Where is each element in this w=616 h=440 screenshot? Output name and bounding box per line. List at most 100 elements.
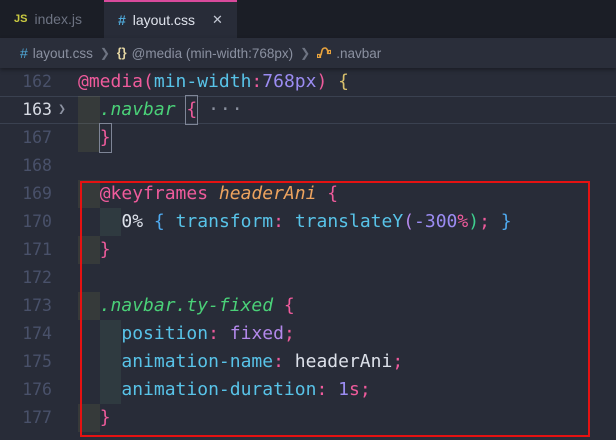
- code-token: @keyframes: [100, 180, 208, 208]
- code-line-175[interactable]: 175 animation-name: headerAni;: [0, 348, 616, 376]
- line-number: 163: [0, 96, 52, 124]
- close-icon[interactable]: ✕: [212, 12, 223, 28]
- code-line-content: @media(min-width:768px) {: [72, 68, 349, 96]
- code-token: [78, 376, 100, 404]
- code-line-content: 0% { transform: translateY(-300%); }: [72, 208, 512, 236]
- code-token: ;: [360, 376, 371, 404]
- code-line-174[interactable]: 174 position: fixed;: [0, 320, 616, 348]
- code-editor[interactable]: 162@media(min-width:768px) {163❯ .navbar…: [0, 68, 616, 432]
- code-token: [100, 376, 122, 404]
- code-token: [78, 404, 100, 432]
- tab-layout-css[interactable]: # layout.css ✕: [104, 0, 237, 38]
- fold-chevron-icon: [52, 292, 72, 320]
- code-token: animation-duration: [121, 376, 316, 404]
- code-token: [100, 208, 122, 236]
- braces-icon: {}: [117, 46, 127, 60]
- code-token: min-width: [154, 68, 252, 96]
- code-token: [197, 96, 208, 124]
- code-token: 0%: [121, 208, 143, 236]
- code-token: }: [100, 404, 111, 432]
- code-token: 1: [338, 376, 349, 404]
- line-number: 173: [0, 292, 52, 320]
- code-line-176[interactable]: 176 animation-duration: 1s;: [0, 376, 616, 404]
- editor-tab-bar: JSindex.js # layout.css ✕: [0, 0, 616, 38]
- code-token: [78, 124, 100, 152]
- line-number: 172: [0, 264, 52, 292]
- code-line-content: animation-name: headerAni;: [72, 348, 403, 376]
- code-token: [78, 236, 100, 264]
- code-token: animation-name: [121, 348, 273, 376]
- code-token: ): [468, 208, 479, 236]
- line-number: 171: [0, 236, 52, 264]
- fold-chevron-icon: [52, 124, 72, 152]
- fold-chevron-icon: [52, 236, 72, 264]
- code-token: }: [100, 124, 111, 152]
- code-token: px: [295, 68, 317, 96]
- code-token: fixed: [230, 320, 284, 348]
- line-number: 167: [0, 124, 52, 152]
- fold-chevron-icon[interactable]: ❯: [52, 96, 72, 124]
- breadcrumb-item-1[interactable]: # layout.css: [20, 45, 93, 61]
- line-number: 168: [0, 152, 52, 180]
- code-token: [273, 292, 284, 320]
- code-token: [165, 208, 176, 236]
- code-token: {: [186, 96, 197, 124]
- tab-label: layout.css: [133, 12, 195, 28]
- code-line-168[interactable]: 168: [0, 152, 616, 180]
- code-line-content: @keyframes headerAni {: [72, 180, 338, 208]
- code-token: .navbar.ty-fixed: [100, 292, 273, 320]
- code-line-content: [72, 152, 78, 180]
- code-token: {: [154, 208, 165, 236]
- code-token: [284, 348, 295, 376]
- code-token: [78, 180, 100, 208]
- code-token: [327, 376, 338, 404]
- code-token: {: [284, 292, 295, 320]
- code-line-173[interactable]: 173 .navbar.ty-fixed {: [0, 292, 616, 320]
- code-token: translateY: [295, 208, 403, 236]
- line-number: 175: [0, 348, 52, 376]
- code-token: :: [273, 208, 284, 236]
- code-token: .navbar: [100, 96, 176, 124]
- code-token: ): [316, 68, 327, 96]
- line-number: 169: [0, 180, 52, 208]
- code-line-content: }: [72, 124, 111, 152]
- code-token: [208, 180, 219, 208]
- code-token: [78, 320, 100, 348]
- code-line-171[interactable]: 171 }: [0, 236, 616, 264]
- breadcrumb-item-2[interactable]: {}@media (min-width:768px): [117, 46, 293, 61]
- code-token: headerAni: [295, 348, 393, 376]
- code-token: :: [316, 376, 327, 404]
- code-line-169[interactable]: 169 @keyframes headerAni {: [0, 180, 616, 208]
- code-token: [100, 348, 122, 376]
- code-token: ;: [479, 208, 490, 236]
- tab-index-js[interactable]: JSindex.js: [0, 0, 96, 38]
- code-token: {: [338, 68, 349, 96]
- code-line-162[interactable]: 162@media(min-width:768px) {: [0, 68, 616, 96]
- code-line-167[interactable]: 167 }: [0, 124, 616, 152]
- breadcrumb-label: layout.css: [33, 46, 93, 61]
- code-line-content: .navbar { ···: [72, 96, 244, 124]
- code-token: :: [251, 68, 262, 96]
- code-token: [176, 96, 187, 124]
- code-token: [78, 292, 100, 320]
- code-token: {: [327, 180, 338, 208]
- code-token: @media: [78, 68, 143, 96]
- line-number: 174: [0, 320, 52, 348]
- code-line-177[interactable]: 177 }: [0, 404, 616, 432]
- code-line-content: }: [72, 404, 111, 432]
- code-line-content: [72, 264, 78, 292]
- code-line-170[interactable]: 170 0% { transform: translateY(-300%); }: [0, 208, 616, 236]
- breadcrumb-label: .navbar: [336, 46, 381, 61]
- code-token: ;: [392, 348, 403, 376]
- code-token: (: [403, 208, 414, 236]
- css-hash-icon: #: [118, 12, 126, 28]
- code-line-content: animation-duration: 1s;: [72, 376, 371, 404]
- code-token: (: [143, 68, 154, 96]
- breadcrumb-item-3[interactable]: .navbar: [317, 46, 381, 61]
- fold-chevron-icon: [52, 404, 72, 432]
- code-line-163[interactable]: 163❯ .navbar { ···: [0, 96, 616, 124]
- code-line-content: }: [72, 236, 111, 264]
- fold-chevron-icon: [52, 68, 72, 96]
- code-line-172[interactable]: 172: [0, 264, 616, 292]
- css-hash-icon: #: [20, 45, 28, 61]
